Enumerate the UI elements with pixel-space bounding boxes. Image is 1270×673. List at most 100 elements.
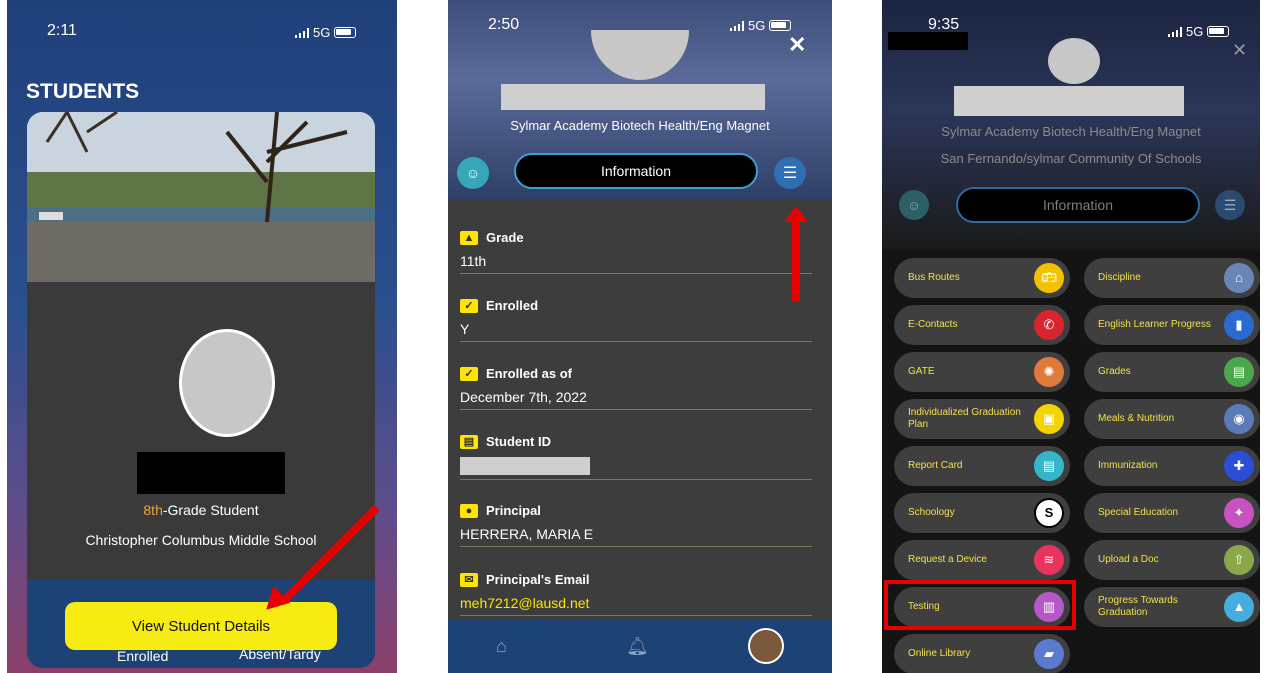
phone-icon: ✆	[1034, 310, 1064, 340]
menu-item-individualized-graduation-plan[interactable]: Individualized Graduation Plan ▣	[894, 399, 1070, 439]
field-value: 11th	[460, 253, 487, 269]
school-photo	[27, 112, 375, 282]
community-of-schools: San Fernando/sylmar Community Of Schools	[940, 151, 1202, 166]
school-name: Christopher Columbus Middle School	[85, 532, 317, 548]
student-avatar	[179, 329, 275, 437]
menu-item-grades[interactable]: Grades ▤	[1084, 352, 1260, 392]
menu-item-english-learner-progress[interactable]: English Learner Progress ▮	[1084, 305, 1260, 345]
document-icon: ▤	[1224, 357, 1254, 387]
student-name-redacted	[501, 84, 765, 110]
student-menu-screen: 9:35 5G ✕ Sylmar Academy Biotech Health/…	[882, 0, 1260, 673]
house-icon: ⌂	[1224, 263, 1254, 293]
bus-icon: 🚌︎	[1034, 263, 1064, 293]
menu-item-e-contacts[interactable]: E-Contacts ✆	[894, 305, 1070, 345]
schoology-icon: S	[1034, 498, 1064, 528]
redacted-block	[888, 32, 968, 50]
menu-item-label: Upload a Doc	[1098, 554, 1159, 565]
menu-item-label: English Learner Progress	[1098, 319, 1211, 330]
checkbox-icon: ✓	[460, 298, 478, 313]
student-card[interactable]: 8th-Grade Student Christopher Columbus M…	[27, 112, 375, 668]
menu-item-special-education[interactable]: Special Education ✦	[1084, 493, 1260, 533]
seal-icon: ✺	[1034, 357, 1064, 387]
menu-item-label: Grades	[1098, 366, 1131, 377]
menu-item-label: GATE	[908, 366, 935, 377]
student-id-redacted	[460, 457, 590, 475]
menu-item-meals-nutrition[interactable]: Meals & Nutrition ◉	[1084, 399, 1260, 439]
checkbox-icon: ✓	[460, 366, 478, 381]
status-signal: 5G	[295, 25, 357, 40]
school-photo-art	[27, 112, 375, 282]
field-label: Enrolled	[486, 298, 539, 313]
signal-icon	[295, 27, 309, 38]
field-enrolled-as-of: ✓ Enrolled as of December 7th, 2022	[460, 366, 812, 410]
menu-item-label: Individualized Graduation Plan	[908, 407, 1021, 430]
tab-information[interactable]: Information	[956, 187, 1200, 223]
menu-list-icon[interactable]: ☰	[1215, 190, 1245, 220]
profile-avatar[interactable]	[748, 628, 784, 664]
student-information-screen: 2:50 5G ✕ Sylmar Academy Biotech Health/…	[448, 0, 832, 673]
student-name-redacted	[954, 86, 1184, 116]
menu-item-discipline[interactable]: Discipline ⌂	[1084, 258, 1260, 298]
student-name-redacted	[137, 452, 285, 494]
menu-item-label: Progress Towards Graduation	[1098, 595, 1178, 618]
field-label: Grade	[486, 230, 524, 245]
battery-icon	[334, 27, 357, 38]
network-label: 5G	[313, 25, 331, 40]
field-label: Principal's Email	[486, 572, 590, 587]
teacher-icon[interactable]: ☺	[899, 190, 929, 220]
wifi-icon: ≋	[1034, 545, 1064, 575]
menu-item-label: Request a Device	[908, 554, 987, 565]
grade-line: 8th-Grade Student	[27, 502, 375, 518]
status-signal: 5G	[1168, 24, 1230, 39]
menu-item-label: Meals & Nutrition	[1098, 413, 1175, 424]
enrolled-label: Enrolled	[117, 648, 169, 664]
menu-item-online-library[interactable]: Online Library ▰	[894, 634, 1070, 673]
menu-item-gate[interactable]: GATE ✺	[894, 352, 1070, 392]
bell-icon[interactable]: 🔔︎	[626, 636, 649, 657]
tab-information[interactable]: Information	[514, 153, 758, 189]
menu-item-schoology[interactable]: Schoology S	[894, 493, 1070, 533]
library-icon: ▰	[1034, 639, 1064, 669]
upload-icon: ⇧	[1224, 545, 1254, 575]
status-time: 2:50	[488, 16, 520, 33]
students-screen: 2:11 5G STUDENTS 8th-Grade Student Chris…	[7, 0, 397, 673]
school-name: Sylmar Academy Biotech Health/Eng Magnet	[941, 124, 1201, 139]
network-label: 5G	[748, 18, 766, 33]
menu-item-label: Discipline	[1098, 272, 1141, 283]
student-avatar	[1048, 38, 1100, 84]
field-principal-email: ✉ Principal's Email meh7212@lausd.net	[460, 572, 812, 616]
menu-item-report-card[interactable]: Report Card ▤	[894, 446, 1070, 486]
menu-item-label: Special Education	[1098, 507, 1179, 518]
view-student-details-button[interactable]: View Student Details	[65, 602, 337, 650]
teacher-icon[interactable]: ☺	[457, 157, 489, 189]
network-label: 5G	[1186, 24, 1204, 39]
menu-item-upload-a-doc[interactable]: Upload a Doc ⇧	[1084, 540, 1260, 580]
status-time: 2:11	[47, 22, 77, 39]
menu-item-label: Online Library	[908, 648, 971, 659]
menu-item-request-a-device[interactable]: Request a Device ≋	[894, 540, 1070, 580]
graduation-icon: ▲	[1224, 592, 1254, 622]
field-student-id: ▤ Student ID	[460, 434, 812, 480]
field-value: Y	[460, 321, 470, 337]
menu-list-icon[interactable]: ☰	[774, 157, 806, 189]
field-label: Student ID	[486, 434, 551, 449]
page-title: STUDENTS	[26, 80, 140, 103]
menu-item-progress-towards-graduation[interactable]: Progress Towards Graduation ▲	[1084, 587, 1260, 627]
home-icon[interactable]: ⌂	[496, 636, 507, 657]
menu-item-bus-routes[interactable]: Bus Routes 🚌︎	[894, 258, 1070, 298]
grade-value: 8th	[143, 502, 163, 518]
menu-item-label: Immunization	[1098, 460, 1158, 471]
menu-item-immunization[interactable]: Immunization ✚	[1084, 446, 1260, 486]
menu-item-label: Bus Routes	[908, 272, 960, 283]
signal-icon	[1168, 26, 1182, 37]
id-card-icon: ▤	[460, 434, 478, 449]
principal-email-link[interactable]: meh7212@lausd.net	[460, 595, 812, 611]
bottom-nav: ⌂ 🔔︎	[448, 620, 832, 673]
person-icon: ●	[460, 503, 478, 518]
signal-icon	[730, 20, 744, 31]
close-icon[interactable]: ✕	[788, 32, 806, 58]
school-name: Sylmar Academy Biotech Health/Eng Magnet	[510, 118, 770, 133]
field-principal: ● Principal HERRERA, MARIA E	[460, 503, 812, 547]
annotation-arrow	[792, 214, 800, 301]
close-icon[interactable]: ✕	[1232, 40, 1247, 61]
